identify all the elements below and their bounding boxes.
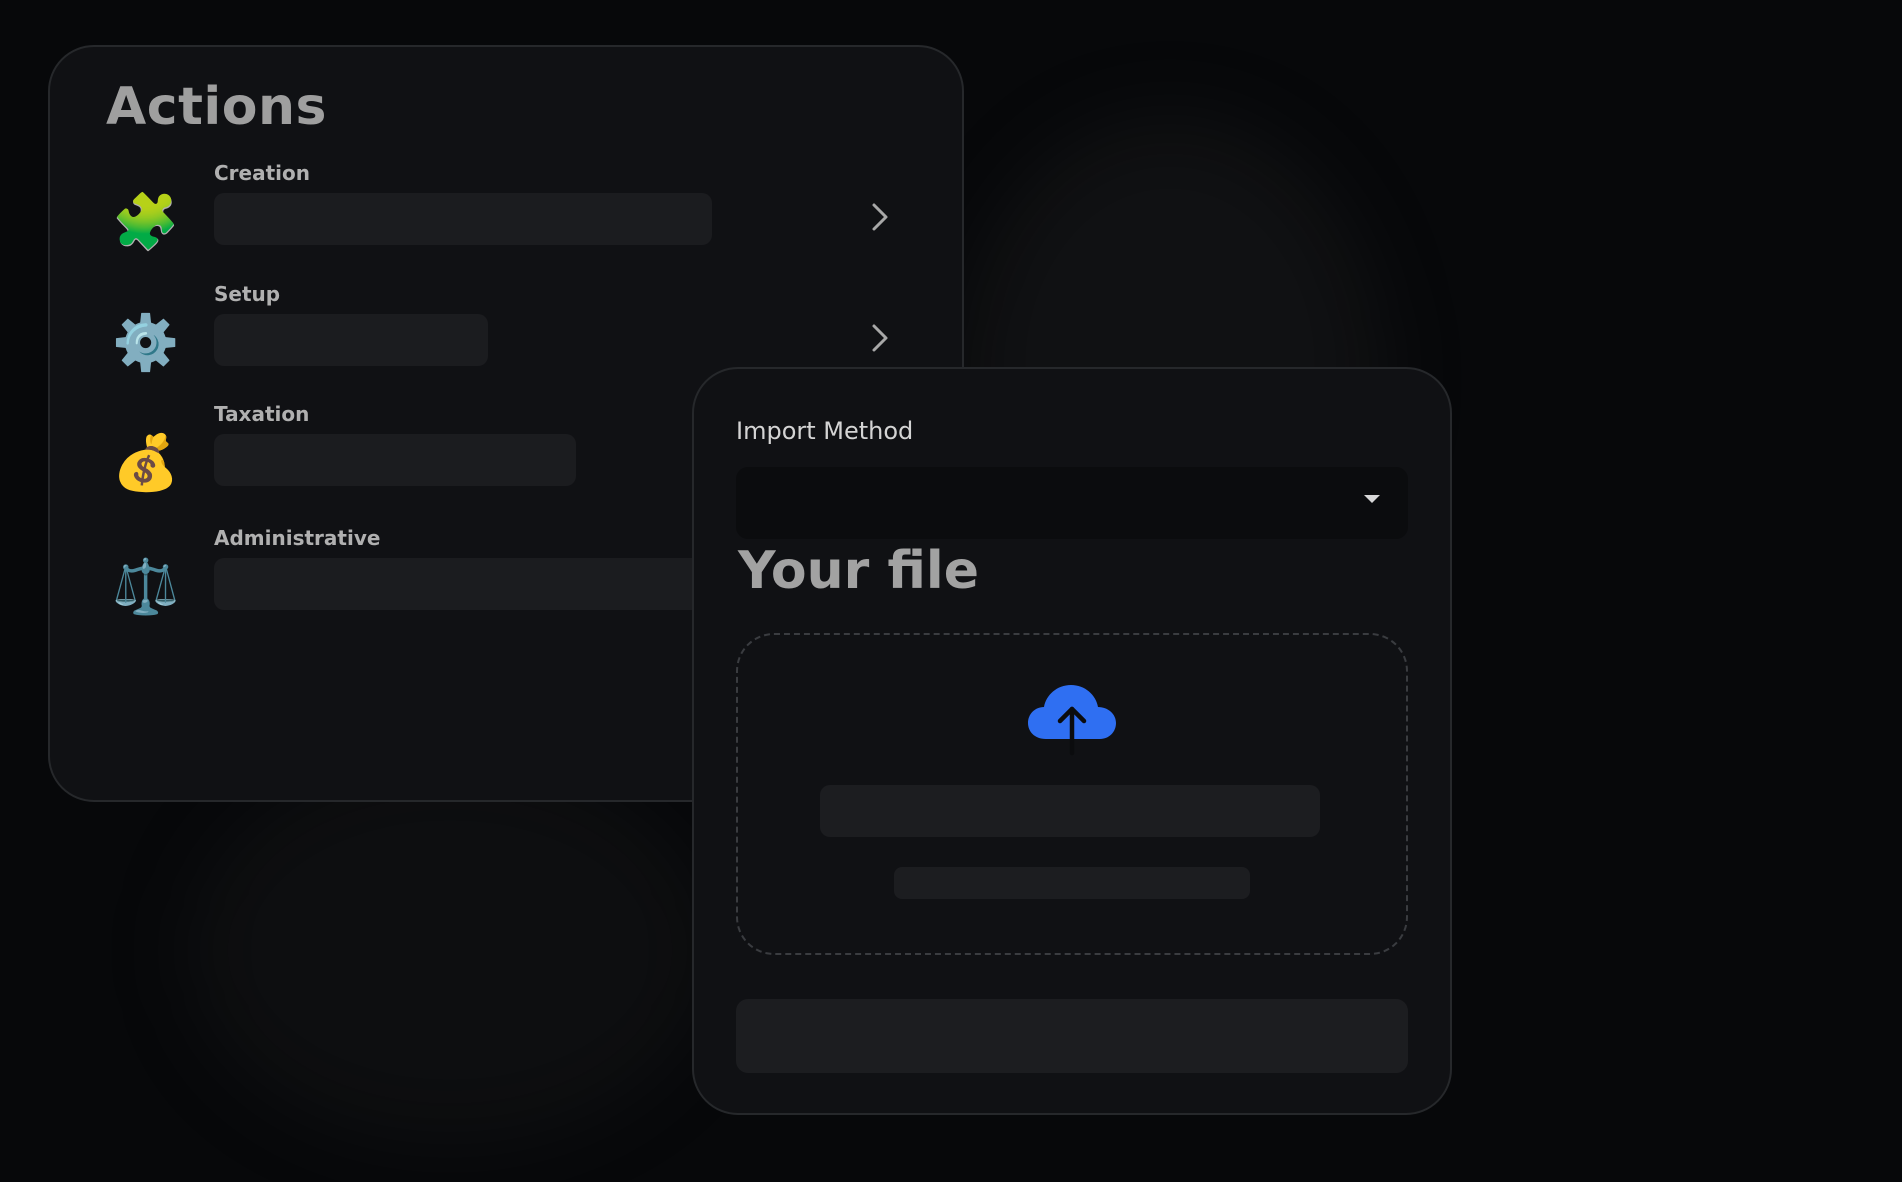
background-glow [190, 760, 710, 1140]
action-placeholder-bar [214, 434, 576, 486]
action-item-creation[interactable]: 🧩 Creation [50, 161, 962, 267]
action-placeholder-bar [214, 314, 488, 366]
action-label: Creation [214, 161, 310, 185]
chevron-right-icon[interactable] [860, 197, 900, 237]
action-label: Administrative [214, 526, 381, 550]
file-title: Your file [738, 541, 980, 601]
money-bag-icon: 💰 [112, 431, 180, 494]
dropzone-placeholder-bar [820, 785, 1320, 837]
submit-button[interactable] [736, 999, 1408, 1073]
puzzle-icon: 🧩 [112, 190, 180, 253]
dropzone-placeholder-bar [894, 867, 1250, 899]
action-placeholder-bar [214, 558, 714, 610]
import-method-select[interactable] [736, 467, 1408, 539]
action-label: Taxation [214, 402, 310, 426]
cloud-upload-icon [1028, 685, 1116, 756]
caret-down-icon [1364, 495, 1380, 503]
scales-icon: ⚖️ [112, 555, 180, 618]
gear-icon: ⚙️ [112, 311, 180, 374]
import-method-label: Import Method [736, 417, 914, 445]
action-placeholder-bar [214, 193, 712, 245]
action-label: Setup [214, 282, 281, 306]
actions-title: Actions [106, 77, 327, 137]
import-card: Import Method Your file [692, 367, 1452, 1115]
chevron-right-icon[interactable] [860, 318, 900, 358]
file-dropzone[interactable] [736, 633, 1408, 955]
